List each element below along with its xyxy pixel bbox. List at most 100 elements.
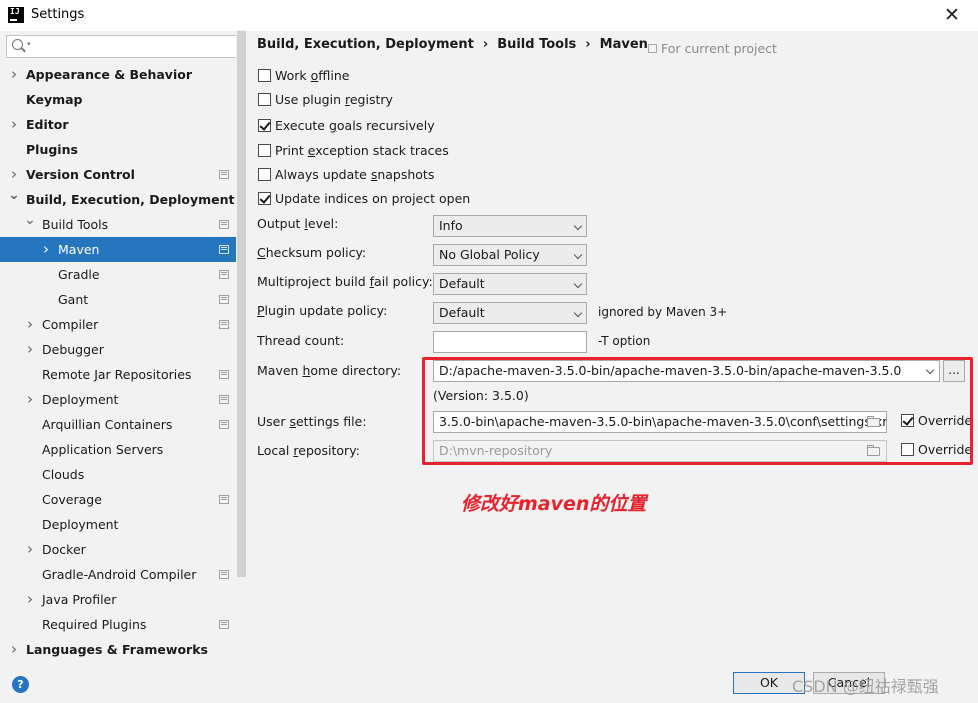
sidebar-item-label: Remote Jar Repositories [42, 367, 192, 382]
help-icon[interactable]: ? [12, 676, 29, 693]
scope-indicator: For current project [648, 41, 777, 56]
sidebar-item-label: Clouds [42, 467, 85, 482]
sidebar-item[interactable]: Plugins [0, 137, 236, 162]
chevron-right-icon[interactable]: › [8, 112, 20, 137]
option-checkbox-label: Use plugin registry [275, 92, 393, 107]
override-label: Override [918, 413, 973, 428]
sidebar-item[interactable]: Keymap [0, 87, 236, 112]
search-options-chevron-icon[interactable]: ▾ [27, 40, 31, 48]
sidebar-item[interactable]: › Docker [0, 537, 236, 562]
sidebar-item-label: Keymap [26, 92, 83, 107]
option-checkbox-label: Work offline [275, 68, 350, 83]
sidebar-item[interactable]: Gant [0, 287, 236, 312]
sidebar-item-label: Editor [26, 117, 69, 132]
sidebar-item-label: Maven [58, 242, 100, 257]
checksum-policy-select[interactable]: No Global Policy [433, 244, 587, 266]
scope-label: For current project [661, 41, 777, 56]
project-scope-icon [219, 245, 229, 254]
breadcrumb-separator: › [482, 37, 489, 52]
sidebar-item[interactable]: ⌄ Build, Execution, Deployment [0, 187, 236, 212]
maven-home-browse-button[interactable]: ... [943, 360, 965, 382]
sidebar-item[interactable]: › Deployment [0, 387, 236, 412]
watermark: CSDN @纽祜禄甄强 [792, 677, 939, 696]
maven-settings-panel: Build, Execution, Deployment › Build Tools… [246, 31, 978, 661]
sidebar-item[interactable]: › Version Control [0, 162, 236, 187]
user-settings-override-checkbox[interactable] [901, 414, 914, 427]
option-checkbox-label: Print exception stack traces [275, 143, 449, 158]
plugin-update-policy-note: ignored by Maven 3+ [598, 305, 728, 319]
folder-icon[interactable] [867, 445, 880, 456]
option-checkbox[interactable] [258, 144, 271, 157]
option-checkbox[interactable] [258, 192, 271, 205]
sidebar-item[interactable]: › Appearance & Behavior [0, 62, 236, 87]
local-repository-override-checkbox[interactable] [901, 443, 914, 456]
sidebar-item-label: Build, Execution, Deployment [26, 192, 235, 207]
project-scope-icon [219, 370, 229, 379]
sidebar-scrollbar-thumb[interactable] [237, 31, 246, 577]
sidebar-item-label: Java Profiler [42, 592, 117, 607]
sidebar-item[interactable]: Application Servers [0, 437, 236, 462]
maven-home-value: D:/apache-maven-3.5.0-bin/apache-maven-3… [439, 363, 902, 378]
chevron-right-icon[interactable]: › [40, 237, 52, 262]
chevron-right-icon[interactable]: › [8, 637, 20, 661]
chevron-down-icon[interactable]: ⌄ [24, 212, 36, 237]
settings-search-input[interactable] [37, 38, 235, 55]
plugin-update-policy-label: Plugin update policy: [257, 303, 388, 318]
chevron-right-icon[interactable]: › [8, 62, 20, 87]
thread-count-note: -T option [598, 334, 651, 348]
chevron-right-icon[interactable]: › [24, 537, 36, 562]
output-level-select[interactable]: Info [433, 215, 587, 237]
project-scope-icon [219, 570, 229, 579]
sidebar-item[interactable]: Remote Jar Repositories [0, 362, 236, 387]
close-icon[interactable]: ✕ [940, 4, 964, 26]
checksum-policy-label: Checksum policy: [257, 245, 367, 260]
settings-search-box[interactable]: ▾ [6, 35, 240, 58]
thread-count-input[interactable] [433, 331, 587, 353]
sidebar-item[interactable]: Required Plugins [0, 612, 236, 637]
chevron-down-icon [573, 221, 583, 231]
sidebar-item-label: Build Tools [42, 217, 109, 232]
sidebar-item-label: Gradle [58, 267, 100, 282]
sidebar-item[interactable]: Arquillian Containers [0, 412, 236, 437]
option-checkbox[interactable] [258, 168, 271, 181]
option-checkbox[interactable] [258, 69, 271, 82]
sidebar-item-label: Plugins [26, 142, 78, 157]
chevron-right-icon[interactable]: › [8, 162, 20, 187]
sidebar-item[interactable]: Gradle-Android Compiler [0, 562, 236, 587]
breadcrumb-part: Build Tools [497, 37, 577, 52]
title-bar: IJ Settings ✕ [0, 0, 978, 31]
sidebar-item[interactable]: › Maven [0, 237, 236, 262]
sidebar-item[interactable]: Coverage [0, 487, 236, 512]
sidebar-item[interactable]: › Java Profiler [0, 587, 236, 612]
output-level-value: Info [439, 218, 463, 233]
sidebar-item-label: Version Control [26, 167, 135, 182]
project-scope-icon [219, 170, 229, 179]
local-repository-input[interactable]: D:\mvn-repository [433, 440, 887, 462]
override-label: Override [918, 442, 973, 457]
option-checkbox[interactable] [258, 119, 271, 132]
maven-home-combobox[interactable]: D:/apache-maven-3.5.0-bin/apache-maven-3… [433, 360, 940, 382]
chevron-right-icon[interactable]: › [24, 587, 36, 612]
folder-icon[interactable] [867, 416, 880, 427]
sidebar-item[interactable]: › Languages & Frameworks [0, 637, 236, 661]
plugin-update-policy-select[interactable]: Default [433, 302, 587, 324]
sidebar-item[interactable]: Deployment [0, 512, 236, 537]
multiproject-fail-policy-select[interactable]: Default [433, 273, 587, 295]
sidebar-item[interactable]: › Editor [0, 112, 236, 137]
user-settings-input[interactable]: 3.5.0-bin\apache-maven-3.5.0-bin\apache-… [433, 411, 887, 433]
chevron-right-icon[interactable]: › [24, 312, 36, 337]
sidebar-item[interactable]: Gradle [0, 262, 236, 287]
sidebar-item-label: Compiler [42, 317, 99, 332]
chevron-right-icon[interactable]: › [24, 337, 36, 362]
sidebar-item[interactable]: › Compiler [0, 312, 236, 337]
chevron-down-icon[interactable]: ⌄ [8, 187, 20, 212]
sidebar-item-label: Deployment [42, 392, 119, 407]
sidebar-item[interactable]: ⌄ Build Tools [0, 212, 236, 237]
project-scope-icon [648, 44, 657, 53]
chevron-right-icon[interactable]: › [24, 387, 36, 412]
dialog-footer: ? OK Cancel CSDN @纽祜禄甄强 [0, 661, 978, 703]
sidebar-item[interactable]: Clouds [0, 462, 236, 487]
sidebar-item[interactable]: › Debugger [0, 337, 236, 362]
output-level-label: Output level: [257, 216, 339, 231]
option-checkbox[interactable] [258, 93, 271, 106]
